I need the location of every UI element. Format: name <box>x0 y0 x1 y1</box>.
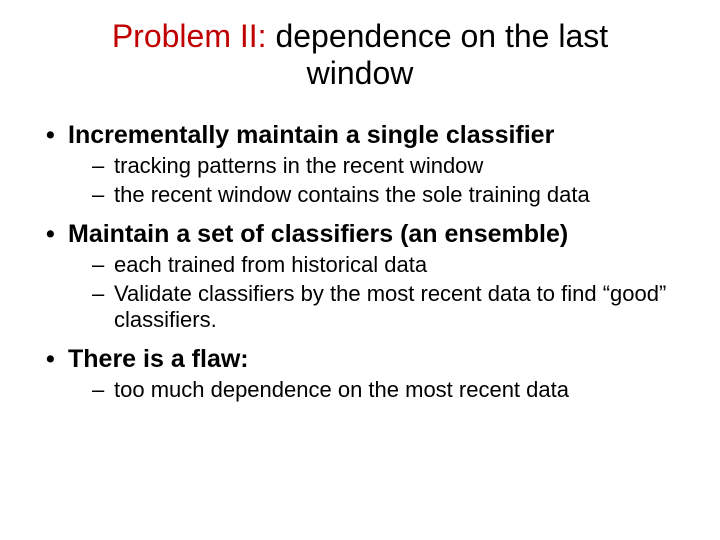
sub-item: each trained from historical data <box>92 252 680 279</box>
sub-list: too much dependence on the most recent d… <box>68 377 680 404</box>
sub-item: the recent window contains the sole trai… <box>92 182 680 209</box>
sub-item: tracking patterns in the recent window <box>92 153 680 180</box>
slide: Problem II: dependence on the last windo… <box>0 0 720 540</box>
bullet-text: Incrementally maintain a single classifi… <box>68 121 554 149</box>
bullet-text: There is a flaw: <box>68 345 249 373</box>
bullet-item: Incrementally maintain a single classifi… <box>40 120 680 209</box>
bullet-item: Maintain a set of classifiers (an ensemb… <box>40 219 680 335</box>
title-rest: dependence on the last window <box>267 18 609 91</box>
sub-item: Validate classifiers by the most recent … <box>92 281 680 335</box>
bullet-list: Incrementally maintain a single classifi… <box>40 120 680 405</box>
bullet-text: Maintain a set of classifiers (an ensemb… <box>68 220 568 248</box>
sub-list: each trained from historical data Valida… <box>68 252 680 334</box>
bullet-item: There is a flaw: too much dependence on … <box>40 344 680 404</box>
title-highlight: Problem II: <box>112 18 267 54</box>
slide-title: Problem II: dependence on the last windo… <box>40 18 680 92</box>
sub-item: too much dependence on the most recent d… <box>92 377 680 404</box>
sub-list: tracking patterns in the recent window t… <box>68 153 680 209</box>
